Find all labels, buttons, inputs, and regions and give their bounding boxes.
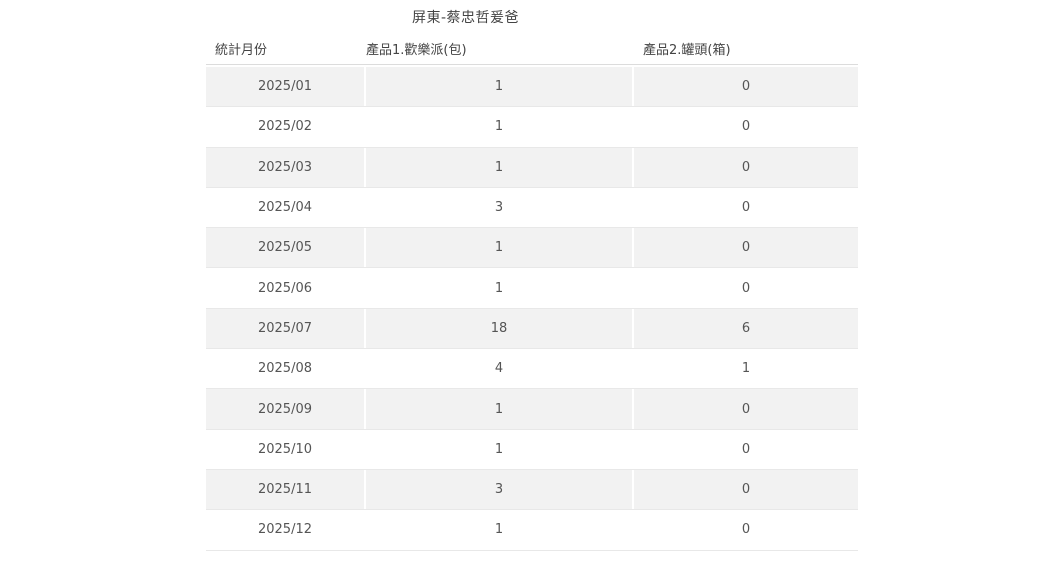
- table-row: 2025/03 1 0: [206, 147, 858, 188]
- table-row: 2025/08 4 1: [206, 349, 858, 390]
- table-row: 2025/07 18 6: [206, 308, 858, 350]
- cell-month: 2025/11: [206, 469, 364, 510]
- cell-product2: 0: [634, 469, 858, 510]
- column-header-product1: 產品1.歡樂派(包): [366, 42, 467, 58]
- cell-product2: 0: [741, 200, 751, 216]
- table-row: 2025/05 1 0: [206, 228, 858, 269]
- column-header-product2: 產品2.罐頭(箱): [643, 42, 731, 58]
- cell-month: 2025/05: [206, 228, 364, 268]
- table-row: 2025/01 1 0: [206, 67, 858, 108]
- cell-product2: 1: [741, 361, 751, 377]
- table-row: 2025/09 1 0: [206, 389, 858, 430]
- table-header: 統計月份 產品1.歡樂派(包) 產品2.罐頭(箱): [206, 32, 858, 65]
- cell-month: 2025/01: [206, 67, 364, 107]
- cell-product1: 18: [366, 308, 632, 349]
- cell-month: 2025/08: [257, 361, 312, 377]
- cell-product1: 3: [494, 200, 504, 216]
- table-row: 2025/11 3 0: [206, 469, 858, 511]
- table-row: 2025/02 1 0: [206, 107, 858, 148]
- table-row: 2025/10 1 0: [206, 430, 858, 470]
- cell-product2: 0: [634, 147, 858, 187]
- cell-month: 2025/10: [257, 441, 312, 457]
- cell-product1: 1: [494, 119, 504, 135]
- page: 屏東-蔡忠哲爰爸 統計月份 產品1.歡樂派(包) 產品2.罐頭(箱) 2025/…: [0, 0, 1040, 571]
- cell-product1: 1: [366, 228, 632, 268]
- cell-product1: 1: [366, 389, 632, 429]
- cell-product1: 1: [366, 147, 632, 187]
- cell-product2: 0: [634, 67, 858, 107]
- column-header-month: 統計月份: [215, 42, 268, 58]
- cell-month: 2025/07: [206, 308, 364, 349]
- cell-month: 2025/12: [257, 522, 312, 538]
- cell-product2: 0: [634, 228, 858, 268]
- cell-month: 2025/04: [257, 200, 312, 216]
- cell-product1: 1: [494, 441, 504, 457]
- table-body: 2025/01 1 0 2025/02 1 0 2025/03 1 0 2025…: [206, 67, 858, 551]
- table-row: 2025/12 1 0: [206, 510, 858, 551]
- cell-month: 2025/09: [206, 389, 364, 429]
- cell-product2: 0: [741, 280, 751, 296]
- cell-product1: 1: [494, 522, 504, 538]
- cell-product2: 0: [741, 119, 751, 135]
- cell-product1: 4: [494, 361, 504, 377]
- cell-product2: 0: [741, 522, 751, 538]
- cell-month: 2025/03: [206, 147, 364, 187]
- cell-product2: 0: [741, 441, 751, 457]
- table-row: 2025/04 3 0: [206, 188, 858, 229]
- cell-product2: 6: [634, 308, 858, 349]
- cell-product2: 0: [634, 389, 858, 429]
- stats-table: 統計月份 產品1.歡樂派(包) 產品2.罐頭(箱) 2025/01 1 0 20…: [206, 32, 858, 551]
- table-row: 2025/06 1 0: [206, 268, 858, 309]
- cell-month: 2025/06: [257, 280, 312, 296]
- cell-product1: 1: [494, 280, 504, 296]
- cell-product1: 1: [366, 67, 632, 107]
- cell-month: 2025/02: [257, 119, 312, 135]
- table-title: 屏東-蔡忠哲爰爸: [412, 10, 520, 26]
- cell-product1: 3: [366, 469, 632, 510]
